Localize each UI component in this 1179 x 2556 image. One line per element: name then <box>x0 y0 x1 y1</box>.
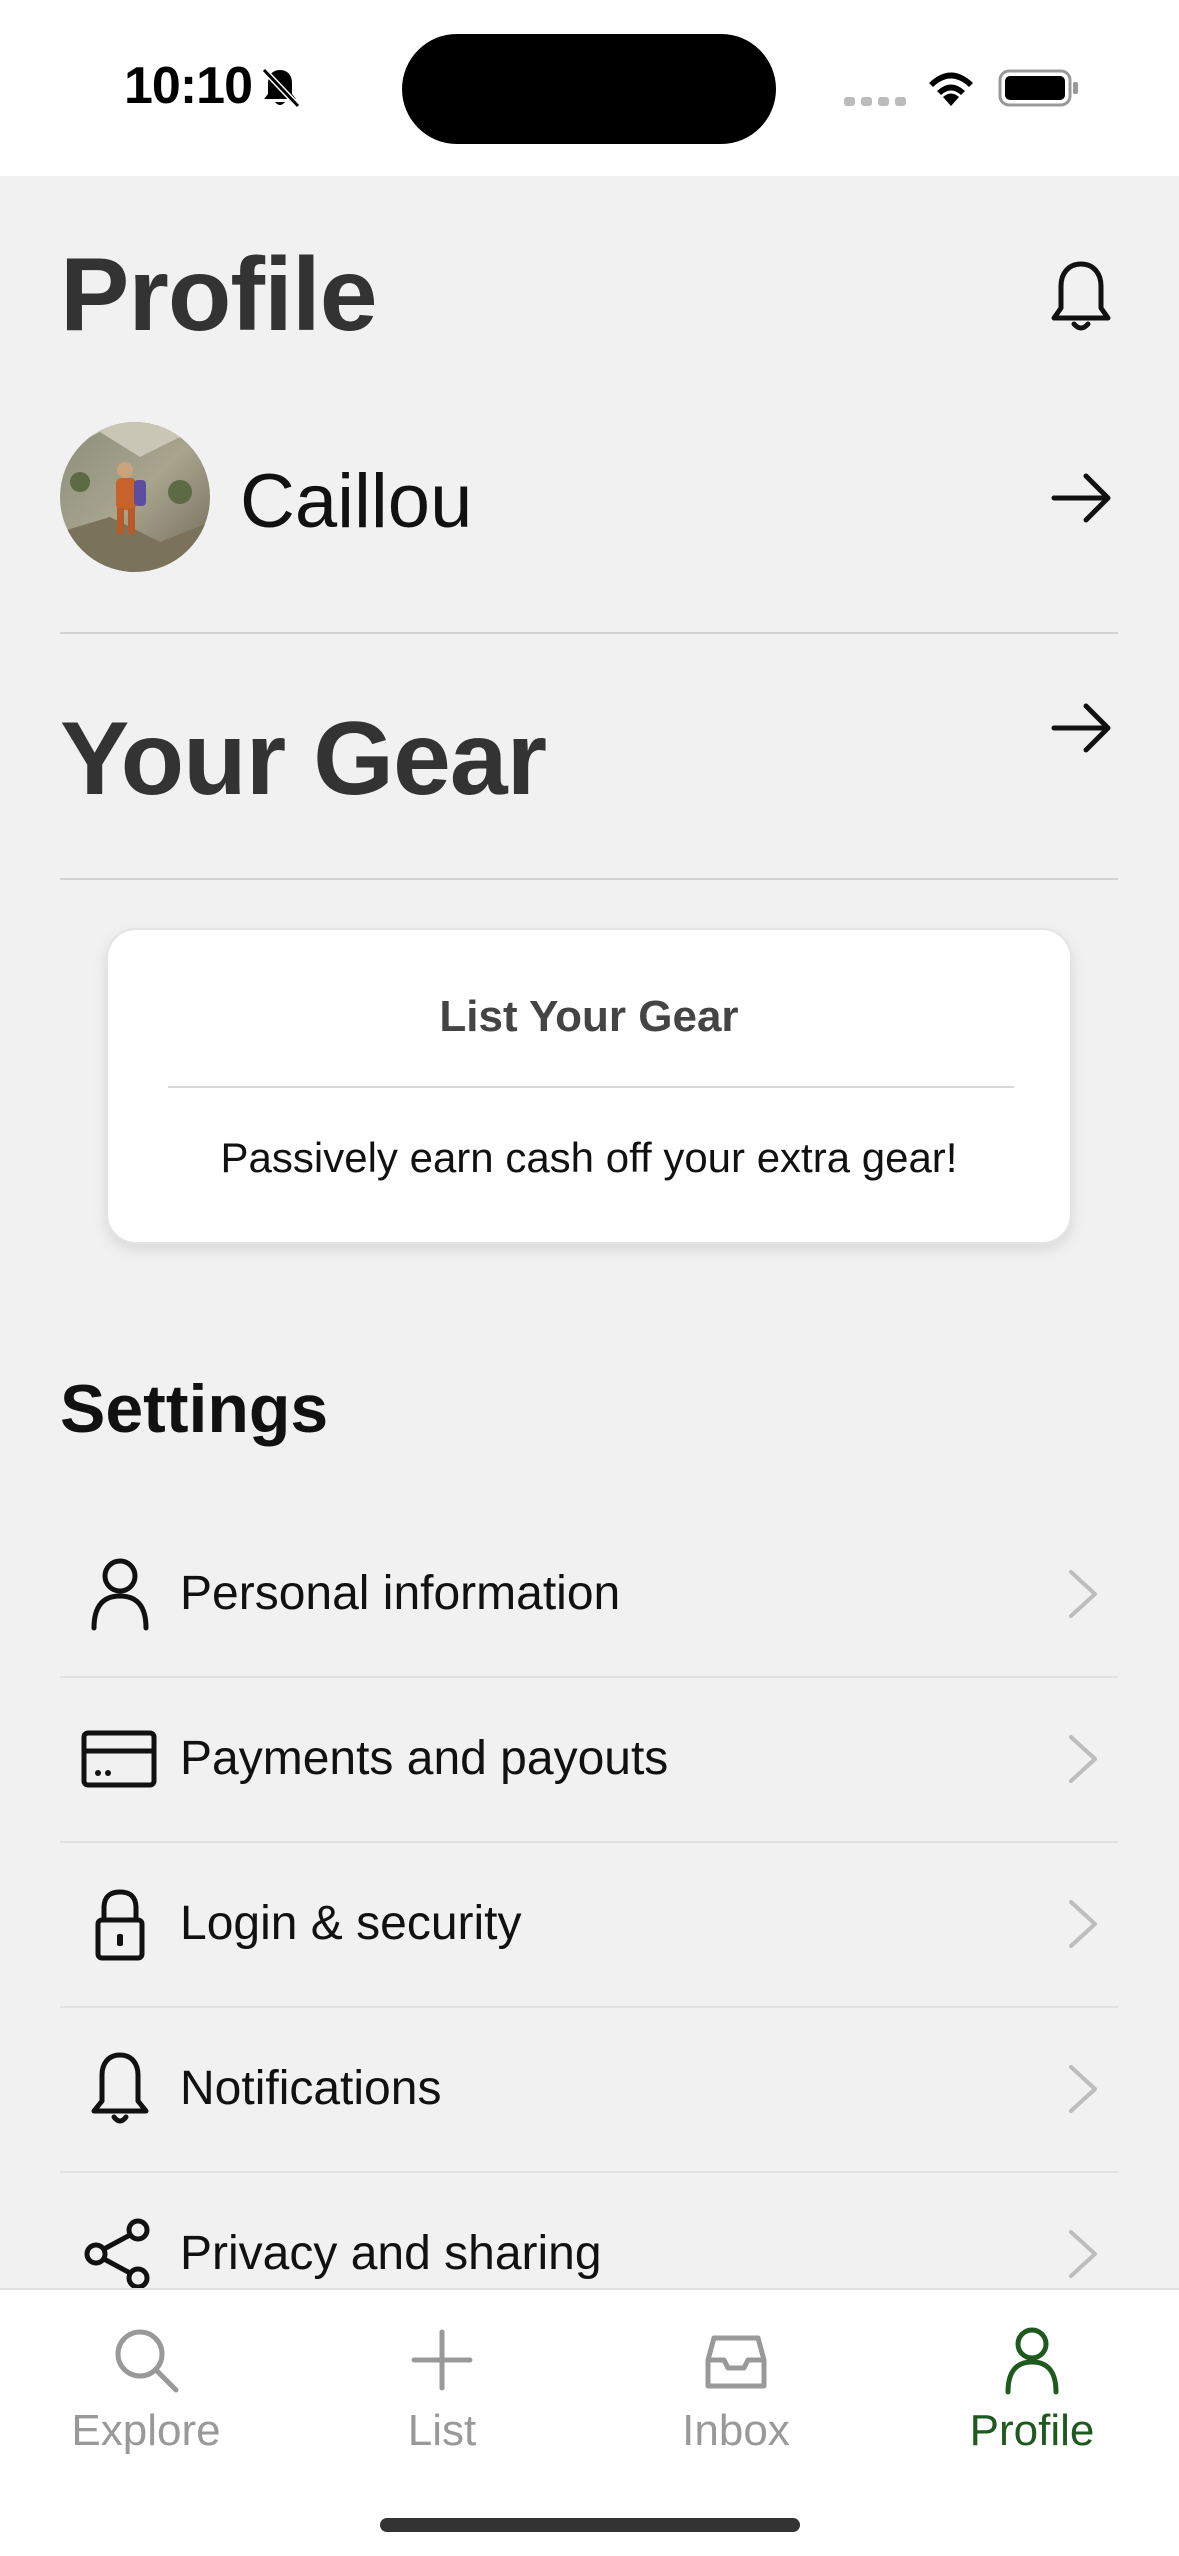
inbox-icon <box>705 2335 767 2389</box>
settings-item-label: Payments and payouts <box>180 1732 669 1785</box>
settings-item-payments[interactable]: Payments and payouts <box>60 1677 1118 1841</box>
home-indicator[interactable] <box>380 2518 800 2532</box>
lock-icon <box>95 1889 145 1961</box>
notifications-bell-icon[interactable] <box>1048 258 1114 338</box>
profile-name: Caillou <box>240 459 473 544</box>
arrow-right-icon[interactable] <box>1050 470 1114 526</box>
tab-explore[interactable]: Explore <box>26 2310 266 2460</box>
chevron-right-icon <box>1069 1735 1097 1783</box>
chevron-right-icon <box>1069 2230 1097 2278</box>
tab-label: Inbox <box>682 2406 790 2455</box>
divider <box>60 878 1118 880</box>
tab-label: Profile <box>969 2406 1095 2455</box>
tab-bar: Explore List Inbox Profile <box>0 2288 1179 2556</box>
tab-profile[interactable]: Profile <box>912 2310 1152 2460</box>
bell-icon <box>91 2052 149 2124</box>
card-title: List Your Gear <box>439 992 739 1041</box>
settings-title: Settings <box>60 1371 329 1447</box>
chevron-right-icon <box>1069 2065 1097 2113</box>
status-time: 10:10 <box>124 57 253 115</box>
list-your-gear-card[interactable]: List Your Gear Passively earn cash off y… <box>106 928 1072 1244</box>
settings-item-label: Notifications <box>180 2062 442 2115</box>
settings-item-personal-information[interactable]: Personal information <box>60 1512 1118 1676</box>
plus-icon <box>411 2329 473 2391</box>
divider <box>60 632 1118 634</box>
profile-row[interactable]: Caillou <box>60 420 1120 580</box>
settings-item-label: Login & security <box>180 1897 522 1950</box>
settings-item-label: Privacy and sharing <box>180 2227 602 2280</box>
chevron-right-icon <box>1069 1900 1097 1948</box>
your-gear-title[interactable]: Your Gear <box>60 700 547 819</box>
tab-label: List <box>407 2406 477 2455</box>
settings-item-label: Personal information <box>180 1567 621 1620</box>
chevron-right-icon <box>1069 1570 1097 1618</box>
cellular-signal-icon <box>844 97 906 106</box>
card-description: Passively earn cash off your extra gear! <box>220 1134 958 1181</box>
card-divider <box>168 1086 1014 1088</box>
tab-list[interactable]: List <box>322 2310 562 2460</box>
share-icon <box>84 2218 150 2290</box>
avatar <box>60 422 210 572</box>
person-icon <box>1005 2327 1059 2395</box>
settings-item-login-security[interactable]: Login & security <box>60 1842 1118 2006</box>
tab-label: Explore <box>71 2406 221 2455</box>
wifi-icon <box>929 72 973 106</box>
status-bar: 10:10 <box>0 0 1179 176</box>
search-icon <box>115 2329 179 2393</box>
bell-muted-icon <box>261 67 301 109</box>
arrow-right-icon[interactable] <box>1050 700 1114 756</box>
credit-card-icon <box>81 1730 157 1788</box>
page-title: Profile <box>60 237 378 353</box>
dynamic-island <box>402 34 776 144</box>
battery-icon <box>998 69 1078 107</box>
person-icon <box>91 1558 149 1631</box>
settings-item-notifications[interactable]: Notifications <box>60 2007 1118 2171</box>
tab-inbox[interactable]: Inbox <box>616 2310 856 2460</box>
